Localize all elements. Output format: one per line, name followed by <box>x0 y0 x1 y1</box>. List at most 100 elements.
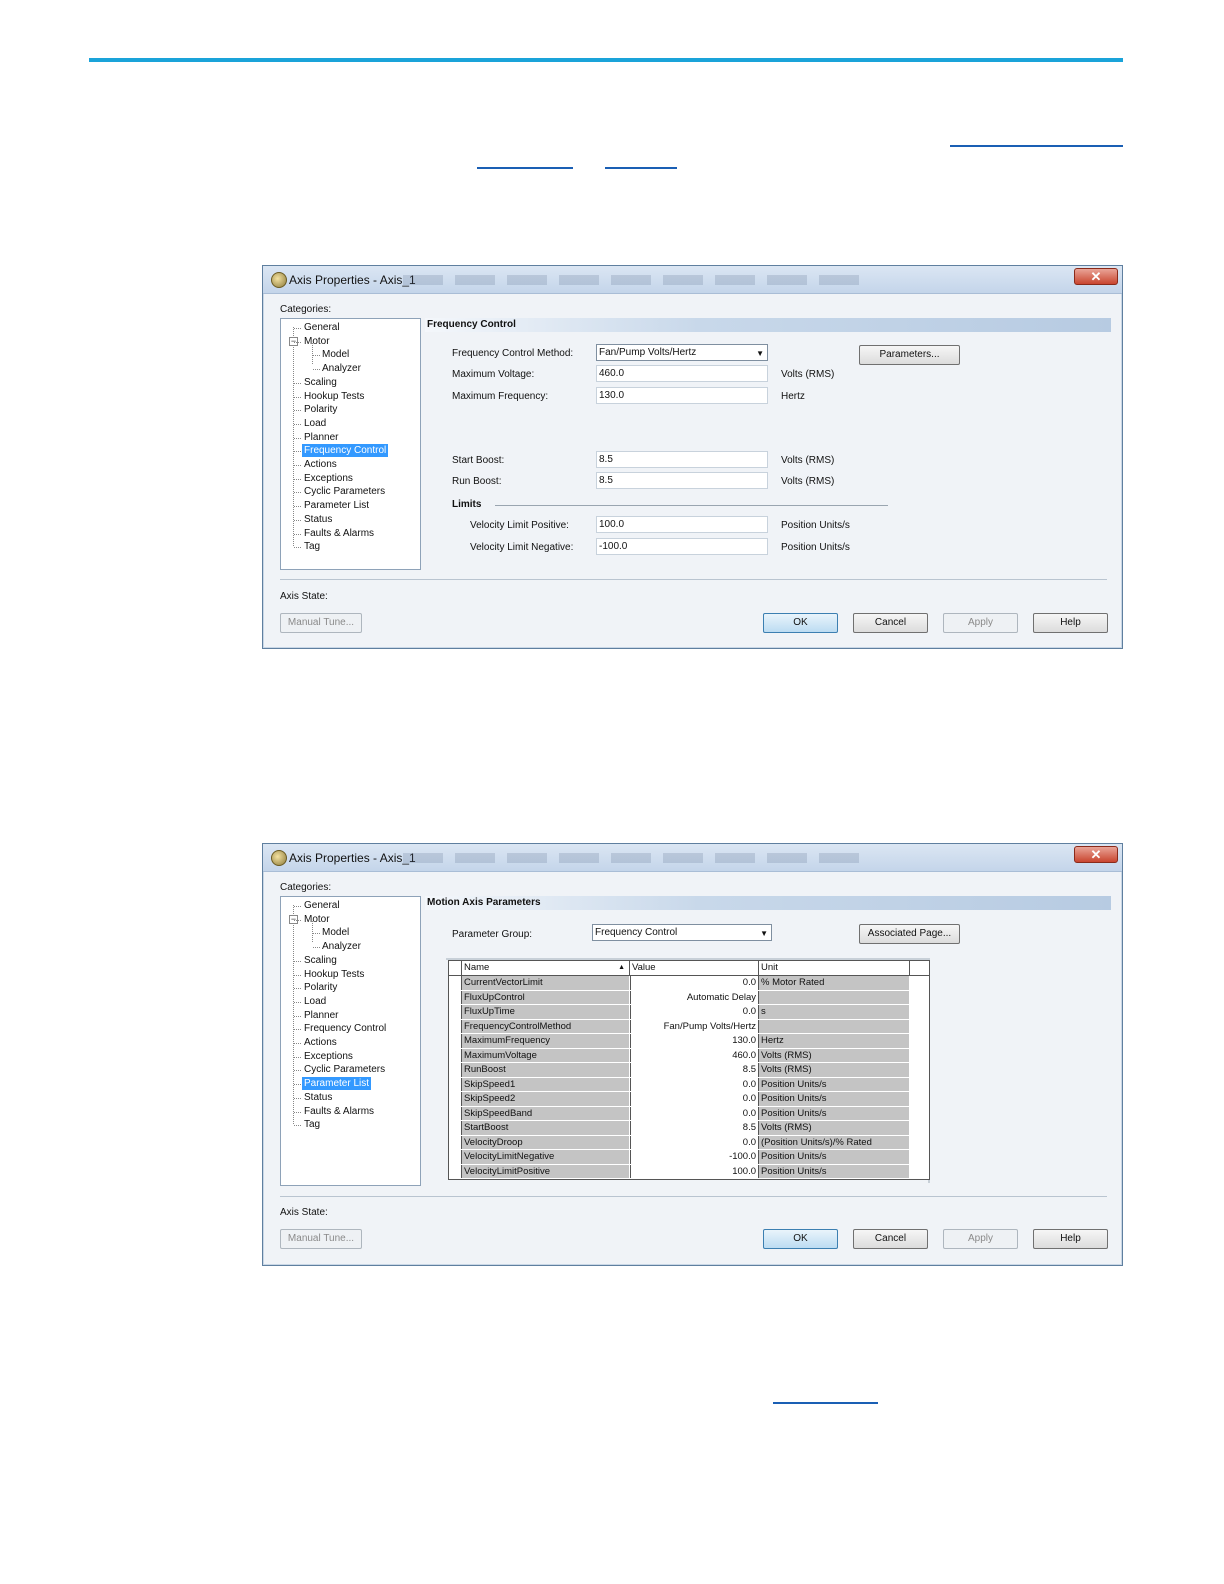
tree-item-exceptions[interactable]: Exceptions <box>302 1050 355 1063</box>
frequency-control-method-select[interactable]: Fan/Pump Volts/Hertz ▼ <box>596 344 768 361</box>
table-row[interactable]: MaximumVoltage 460.0 Volts (RMS) <box>449 1048 929 1063</box>
ok-button[interactable]: OK <box>763 613 838 633</box>
manual-tune-button[interactable]: Manual Tune... <box>280 613 362 633</box>
tree-item-scaling[interactable]: Scaling <box>302 376 339 389</box>
table-row[interactable]: StartBoost 8.5 Volts (RMS) <box>449 1121 929 1136</box>
row-selector[interactable] <box>449 1019 462 1033</box>
close-button[interactable]: ✕ <box>1074 846 1118 863</box>
close-button[interactable]: ✕ <box>1074 268 1118 285</box>
table-row[interactable]: SkipSpeedBand 0.0 Position Units/s <box>449 1106 929 1121</box>
tree-item-tag[interactable]: Tag <box>302 1118 322 1131</box>
help-button[interactable]: Help <box>1033 613 1108 633</box>
table-row[interactable]: SkipSpeed2 0.0 Position Units/s <box>449 1092 929 1107</box>
cell-value[interactable]: 0.0 <box>630 1106 759 1120</box>
apply-button[interactable]: Apply <box>943 613 1018 633</box>
tree-item-actions[interactable]: Actions <box>302 1036 339 1049</box>
table-row[interactable]: VelocityLimitNegative -100.0 Position Unit… <box>449 1150 929 1165</box>
link-underline[interactable] <box>773 1402 878 1404</box>
link-underline[interactable] <box>477 167 573 169</box>
table-row[interactable]: VelocityDroop 0.0 (Position Units/s)/% Rat… <box>449 1135 929 1150</box>
cell-value[interactable]: 0.0 <box>630 976 759 990</box>
cell-value[interactable]: 130.0 <box>630 1034 759 1048</box>
tree-item-analyzer[interactable]: Analyzer <box>320 362 363 375</box>
row-selector[interactable] <box>449 1077 462 1091</box>
tree-item-status[interactable]: Status <box>302 513 334 526</box>
tree-item-motor[interactable]: Motor <box>302 335 332 348</box>
row-selector[interactable] <box>449 1135 462 1149</box>
cell-value[interactable]: Fan/Pump Volts/Hertz <box>630 1019 759 1033</box>
tree-item-model[interactable]: Model <box>320 926 351 939</box>
tree-item-motor[interactable]: Motor <box>302 913 332 926</box>
tree-item-analyzer[interactable]: Analyzer <box>320 940 363 953</box>
parameter-grid[interactable]: Name ▲ Value Unit CurrentVectorLimit 0.0% … <box>448 960 930 1180</box>
column-header-name[interactable]: Name ▲ <box>462 961 630 975</box>
row-selector[interactable] <box>449 1034 462 1048</box>
maximum-voltage-field[interactable]: 460.0 <box>596 365 768 382</box>
associated-page-button[interactable]: Associated Page... <box>859 924 960 944</box>
tree-item-load[interactable]: Load <box>302 417 328 430</box>
table-row[interactable]: CurrentVectorLimit 0.0% Motor Rated <box>449 976 929 991</box>
tree-item-frequency-control[interactable]: Frequency Control <box>302 444 389 458</box>
tree-item-scaling[interactable]: Scaling <box>302 954 339 967</box>
tree-item-planner[interactable]: Planner <box>302 1009 340 1022</box>
velocity-limit-negative-field[interactable]: -100.0 <box>596 538 768 555</box>
cell-value[interactable]: 460.0 <box>630 1048 759 1062</box>
cell-value[interactable]: Automatic Delay <box>630 990 759 1004</box>
cell-value[interactable]: 8.5 <box>630 1063 759 1077</box>
link-underline[interactable] <box>950 145 1123 147</box>
cancel-button[interactable]: Cancel <box>853 1229 928 1249</box>
row-selector[interactable] <box>449 1150 462 1164</box>
tree-item-polarity[interactable]: Polarity <box>302 403 339 416</box>
cell-value[interactable]: 0.0 <box>630 1077 759 1091</box>
parameter-group-select[interactable]: Frequency Control ▼ <box>592 924 772 941</box>
tree-item-general[interactable]: General <box>302 321 342 334</box>
manual-tune-button[interactable]: Manual Tune... <box>280 1229 362 1249</box>
tree-item-planner[interactable]: Planner <box>302 431 340 444</box>
cell-value[interactable]: 100.0 <box>630 1164 759 1178</box>
cell-value[interactable]: 0.0 <box>630 1092 759 1106</box>
tree-item-parameter-list[interactable]: Parameter List <box>302 499 371 512</box>
tree-item-exceptions[interactable]: Exceptions <box>302 472 355 485</box>
link-underline[interactable] <box>605 167 677 169</box>
row-selector[interactable] <box>449 1121 462 1135</box>
apply-button[interactable]: Apply <box>943 1229 1018 1249</box>
tree-item-faults-alarms[interactable]: Faults & Alarms <box>302 1105 376 1118</box>
table-row[interactable]: VelocityLimitPositive 100.0 Position Units… <box>449 1164 929 1179</box>
cell-value[interactable]: -100.0 <box>630 1150 759 1164</box>
cell-value[interactable]: 0.0 <box>630 1005 759 1019</box>
help-button[interactable]: Help <box>1033 1229 1108 1249</box>
column-header-unit[interactable]: Unit <box>759 961 910 975</box>
ok-button[interactable]: OK <box>763 1229 838 1249</box>
tree-item-cyclic-parameters[interactable]: Cyclic Parameters <box>302 485 387 498</box>
table-row[interactable]: RunBoost 8.5 Volts (RMS) <box>449 1063 929 1078</box>
tree-item-faults-alarms[interactable]: Faults & Alarms <box>302 527 376 540</box>
tree-item-load[interactable]: Load <box>302 995 328 1008</box>
tree-item-parameter-list[interactable]: Parameter List <box>302 1077 372 1091</box>
row-selector[interactable] <box>449 1092 462 1106</box>
table-row[interactable]: SkipSpeed1 0.0 Position Units/s <box>449 1077 929 1092</box>
category-tree[interactable]: − General Motor Model Analyzer Scaling Hookup … <box>280 896 421 1186</box>
parameters-button[interactable]: Parameters... <box>859 345 960 365</box>
table-row[interactable]: FluxUpTime 0.0 s <box>449 1005 929 1020</box>
category-tree[interactable]: − General Motor Model Analyzer Scaling Hookup … <box>280 318 421 570</box>
tree-item-actions[interactable]: Actions <box>302 458 339 471</box>
run-boost-field[interactable]: 8.5 <box>596 472 768 489</box>
row-selector[interactable] <box>449 1005 462 1019</box>
tree-item-model[interactable]: Model <box>320 348 351 361</box>
velocity-limit-positive-field[interactable]: 100.0 <box>596 516 768 533</box>
tree-item-frequency-control[interactable]: Frequency Control <box>302 1022 388 1035</box>
tree-item-hookup-tests[interactable]: Hookup Tests <box>302 968 366 981</box>
tree-item-hookup-tests[interactable]: Hookup Tests <box>302 390 366 403</box>
cell-value[interactable]: 0.0 <box>630 1135 759 1149</box>
tree-item-general[interactable]: General <box>302 899 342 912</box>
table-row[interactable]: FrequencyControlMethod Fan/Pump Volts/Her… <box>449 1019 929 1034</box>
table-row[interactable]: MaximumFrequency 130.0 Hertz <box>449 1034 929 1049</box>
row-selector[interactable] <box>449 1164 462 1178</box>
row-selector[interactable] <box>449 1063 462 1077</box>
tree-item-cyclic-parameters[interactable]: Cyclic Parameters <box>302 1063 387 1076</box>
start-boost-field[interactable]: 8.5 <box>596 451 768 468</box>
tree-item-polarity[interactable]: Polarity <box>302 981 339 994</box>
table-row[interactable]: FluxUpControl Automatic Delay <box>449 990 929 1005</box>
row-selector[interactable] <box>449 1106 462 1120</box>
row-selector[interactable] <box>449 976 462 990</box>
